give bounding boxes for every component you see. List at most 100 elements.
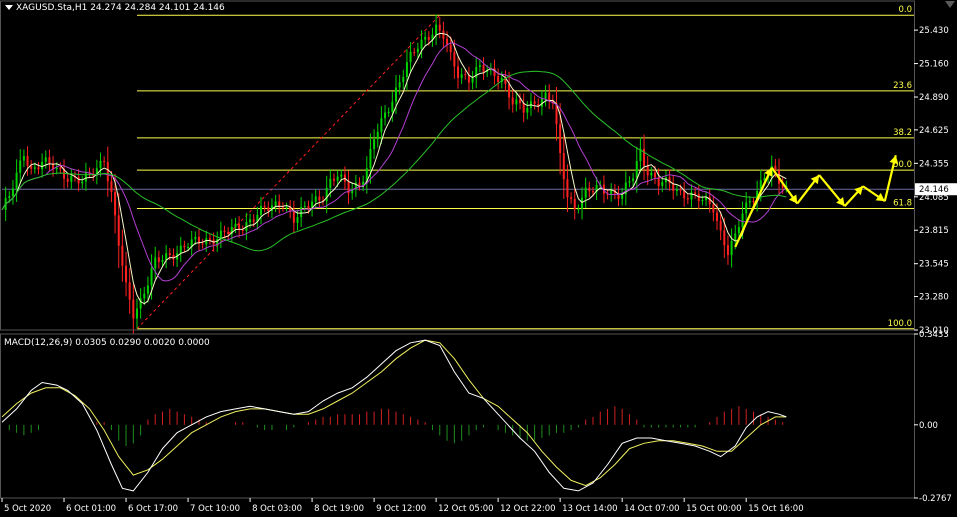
price-axis-label: 23.280 xyxy=(919,293,949,303)
candle-body xyxy=(260,206,263,215)
candle-body xyxy=(384,112,387,119)
candle-body xyxy=(336,176,339,181)
macd-axis-label: 0.00 xyxy=(919,421,938,431)
price-axis-label: 25.160 xyxy=(919,60,949,70)
time-axis-label: 5 Oct 2020 xyxy=(4,504,51,514)
candle-body xyxy=(146,285,149,294)
candle-body xyxy=(376,131,379,140)
candle-body xyxy=(741,213,744,227)
fib-level-label: 0.0 xyxy=(898,5,912,15)
candle-body xyxy=(726,245,729,256)
price-axis-label: 23.545 xyxy=(919,260,949,270)
candle-body xyxy=(201,243,204,245)
candle-body xyxy=(143,293,146,299)
forecast-arrowhead-icon xyxy=(788,194,798,204)
candle-body xyxy=(22,156,25,161)
candle-body xyxy=(566,179,569,198)
price-axis-label: 24.625 xyxy=(919,126,949,136)
candle-body xyxy=(657,177,660,186)
candle-body xyxy=(358,182,361,186)
time-axis-label: 6 Oct 01:00 xyxy=(66,504,116,514)
candle-body xyxy=(748,201,751,203)
candle-body xyxy=(730,240,733,256)
candle-body xyxy=(701,200,704,202)
candle-body xyxy=(263,206,266,208)
candle-body xyxy=(15,172,18,189)
candle-body xyxy=(544,92,547,99)
candle-body xyxy=(774,165,777,171)
candle-body xyxy=(154,257,157,269)
candle-body xyxy=(292,211,295,223)
candle-body xyxy=(296,217,299,223)
current-price-label: 24.146 xyxy=(919,185,949,195)
candle-body xyxy=(300,207,303,218)
candle-body xyxy=(515,99,518,105)
candle-body xyxy=(110,181,113,192)
candle-body xyxy=(41,161,44,170)
price-axis-label: 25.430 xyxy=(919,26,949,36)
candle-body xyxy=(449,44,452,53)
candle-body xyxy=(77,177,80,184)
candle-body xyxy=(420,39,423,49)
symbol-menu-caret-icon[interactable] xyxy=(5,5,13,10)
candle-body xyxy=(165,253,168,261)
fib-trendline xyxy=(136,14,441,330)
candle-body xyxy=(135,308,138,319)
time-axis-label: 6 Oct 17:00 xyxy=(128,504,178,514)
candle-body xyxy=(187,247,190,249)
candle-body xyxy=(37,167,40,170)
candle-body xyxy=(234,223,237,228)
candle-body xyxy=(373,139,376,150)
candle-body xyxy=(128,282,131,300)
candle-body xyxy=(329,178,332,188)
price-axis-label: 23.815 xyxy=(919,226,949,236)
candle-body xyxy=(33,167,36,169)
candle-body xyxy=(628,181,631,183)
candle-body xyxy=(223,230,226,233)
time-axis-label: 15 Oct 16:00 xyxy=(748,504,803,514)
candle-body xyxy=(208,238,211,240)
candle-body xyxy=(413,52,416,54)
candle-body xyxy=(168,253,171,255)
time-axis-label: 12 Oct 05:00 xyxy=(438,504,493,514)
candle-body xyxy=(179,245,182,254)
candle-body xyxy=(548,92,551,101)
forecast-arrow-segment xyxy=(734,167,773,248)
candle-body xyxy=(435,24,438,35)
time-axis-label: 8 Oct 03:00 xyxy=(252,504,302,514)
candle-body xyxy=(584,187,587,198)
candle-body xyxy=(84,172,87,182)
price-pane-border xyxy=(0,0,915,331)
time-axis-label: 15 Oct 00:00 xyxy=(686,504,741,514)
candle-body xyxy=(679,189,682,191)
candle-body xyxy=(573,198,576,210)
candle-body xyxy=(150,268,153,286)
candle-body xyxy=(508,83,511,98)
candle-body xyxy=(409,52,412,63)
candle-body xyxy=(533,101,536,104)
ma-fast-line xyxy=(1,32,787,305)
price-pane: 0.023.638.250.061.8100.0 xyxy=(1,5,914,334)
time-axis-label: 14 Oct 07:00 xyxy=(624,504,679,514)
candle-body xyxy=(103,161,106,163)
candle-body xyxy=(570,197,573,199)
candle-body xyxy=(438,24,441,31)
symbol-info: XAGUSD.Sta,H1 24.274 24.284 24.101 24.14… xyxy=(16,3,225,13)
candle-body xyxy=(405,62,408,77)
candle-body xyxy=(8,196,11,198)
candle-body xyxy=(482,65,485,72)
forecast-arrowhead-icon xyxy=(889,155,899,165)
candle-body xyxy=(114,191,117,216)
candle-body xyxy=(66,178,69,182)
candle-body xyxy=(318,196,321,201)
candle-body xyxy=(44,157,47,162)
candle-body xyxy=(267,207,270,211)
candle-body xyxy=(716,212,719,221)
chart-canvas[interactable]: 0.023.638.250.061.8100.0 25.430 25.160 24.… xyxy=(0,0,957,517)
macd-info: MACD(12,26,9) 0.0305 0.0290 0.0020 0.000… xyxy=(4,338,210,348)
candle-body xyxy=(117,215,120,246)
candle-body xyxy=(635,161,638,179)
candle-body xyxy=(183,245,186,248)
candle-body xyxy=(650,172,653,176)
candle-body xyxy=(194,236,197,240)
